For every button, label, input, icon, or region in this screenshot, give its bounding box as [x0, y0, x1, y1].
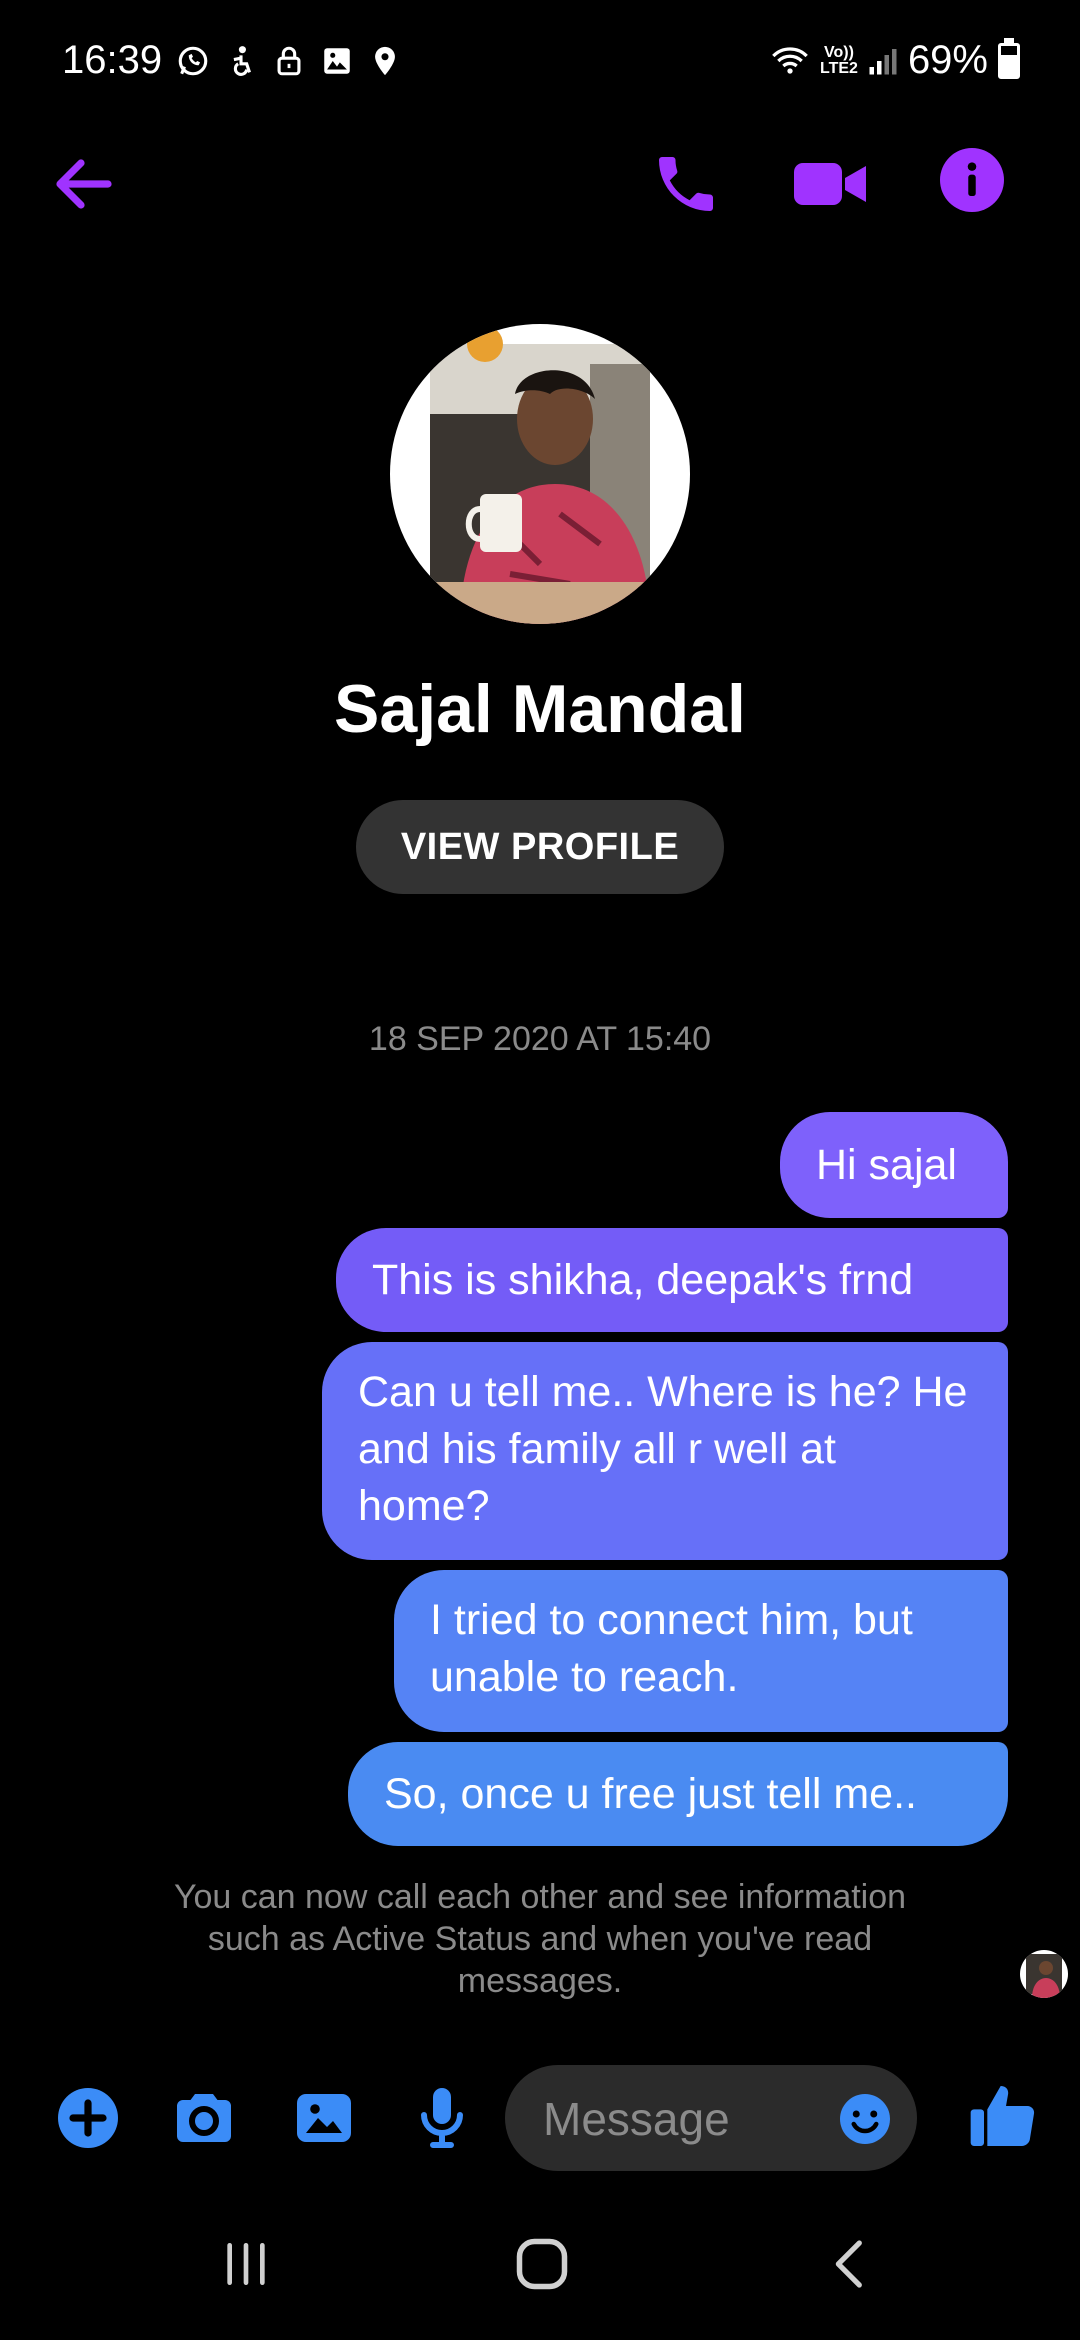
recents-icon [227, 2243, 265, 2285]
status-right-cluster: Vo)) LTE2 69% [770, 37, 1020, 83]
profile-avatar[interactable] [390, 324, 690, 624]
recents-button[interactable] [218, 2236, 274, 2292]
microphone-icon [421, 2088, 463, 2148]
emoji-button[interactable] [835, 2089, 895, 2149]
conversation-notice: You can now call each other and see info… [173, 1878, 907, 2000]
message-bubble[interactable]: Can u tell me.. Where is he? He and his … [322, 1342, 1008, 1560]
conversation-timestamp: 18 SEP 2020 AT 15:40 [368, 1020, 712, 1058]
message-bubble[interactable]: I tried to connect him, but unable to re… [394, 1570, 1008, 1732]
network-type: Vo)) LTE2 [820, 43, 858, 77]
message-text: I tried to connect him, but unable to re… [430, 1596, 913, 1701]
home-icon [516, 2238, 568, 2290]
info-icon [967, 162, 977, 196]
message-text: Can u tell me.. Where is he? He and his … [358, 1368, 968, 1530]
read-receipt-photo [1026, 1954, 1062, 1998]
plus-icon [58, 2088, 118, 2148]
battery-icon [998, 37, 1020, 79]
back-arrow-icon [56, 159, 112, 209]
lock-icon [277, 46, 301, 76]
nav-back-button[interactable] [822, 2234, 878, 2294]
contact-name: Sajal Mandal [334, 671, 746, 747]
message-bubble[interactable]: Hi sajal [780, 1112, 1008, 1218]
read-receipt-avatar [1020, 1950, 1068, 1998]
phone-icon [659, 157, 713, 211]
message-field[interactable] [505, 2065, 917, 2173]
wifi-icon [772, 46, 808, 74]
gallery-icon [297, 2094, 351, 2142]
gallery-button[interactable] [288, 2082, 360, 2154]
video-camera-icon [794, 163, 866, 205]
location-icon [375, 46, 395, 76]
audio-call-button[interactable] [650, 148, 722, 220]
profile-photo [430, 326, 650, 624]
message-text: Hi sajal [816, 1140, 957, 1189]
camera-button[interactable] [168, 2082, 240, 2154]
battery-percent: 69% [907, 38, 988, 82]
video-call-button[interactable] [790, 148, 870, 220]
message-bubble[interactable]: So, once u free just tell me.. [348, 1742, 1008, 1846]
back-button[interactable] [48, 148, 120, 220]
info-button[interactable] [940, 148, 1004, 212]
more-actions-button[interactable] [52, 2082, 124, 2154]
like-button[interactable] [964, 2076, 1044, 2156]
accessibility-icon [233, 46, 251, 76]
status-time: 16:39 [62, 38, 163, 82]
view-profile-button[interactable]: VIEW PROFILE [356, 800, 724, 894]
message-text: So, once u free just tell me.. [384, 1769, 917, 1818]
emoji-icon [840, 2094, 890, 2144]
voice-message-button[interactable] [406, 2082, 478, 2154]
home-button[interactable] [512, 2234, 572, 2294]
whatsapp-icon [178, 46, 208, 76]
status-notification-icons [176, 44, 402, 78]
back-icon [835, 2240, 862, 2288]
message-bubble[interactable]: This is shikha, deepak's frnd [336, 1228, 1008, 1332]
message-input[interactable] [541, 2065, 825, 2173]
thumbs-up-icon [970, 2086, 1035, 2146]
camera-icon [177, 2094, 231, 2142]
message-text: This is shikha, deepak's frnd [372, 1255, 914, 1304]
image-icon [324, 48, 350, 74]
signal-icon [869, 48, 897, 74]
